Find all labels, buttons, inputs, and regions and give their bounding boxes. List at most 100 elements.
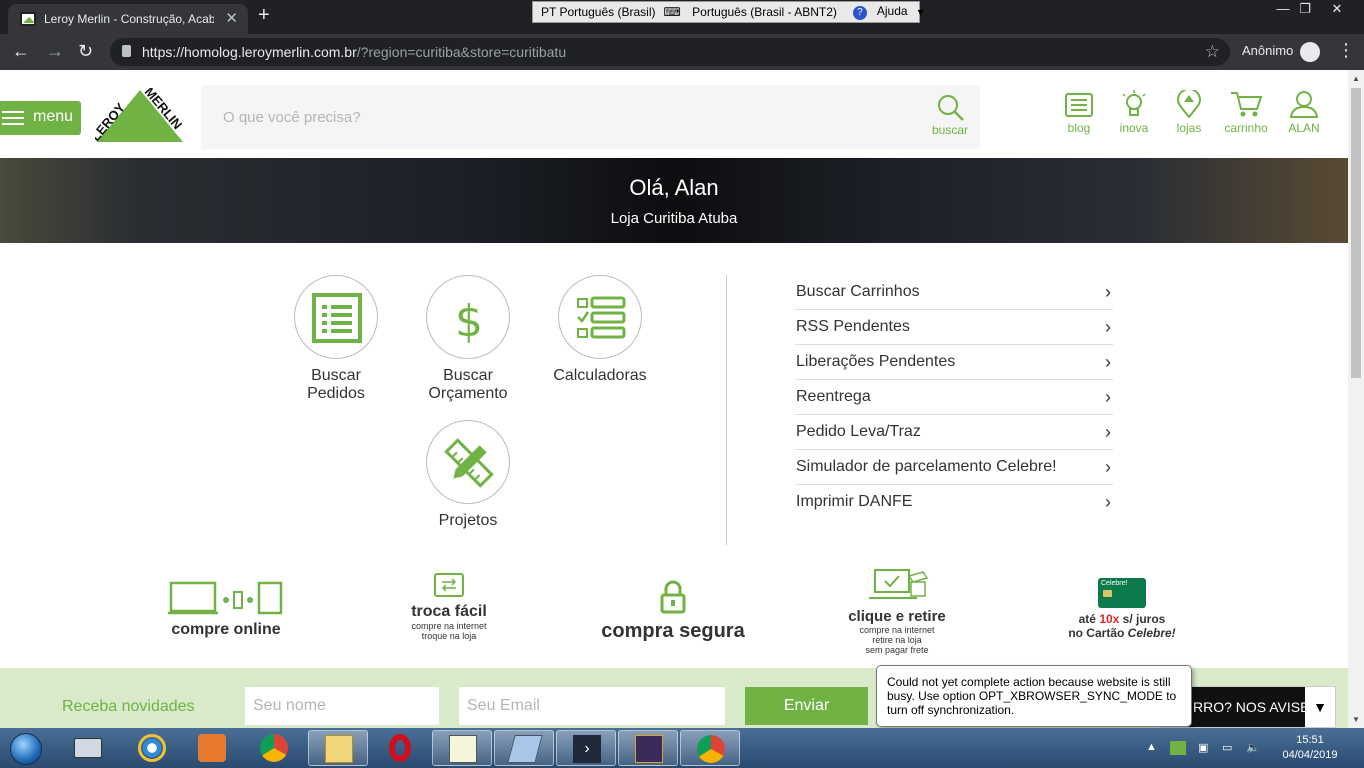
taskbar-app-file-explorer[interactable] <box>308 730 368 766</box>
credit-card-icon: Celebre! <box>1098 578 1146 608</box>
terminal-icon: › <box>573 735 601 763</box>
help-button[interactable]: ? Ajuda <box>845 4 908 20</box>
tile-circle <box>558 275 642 359</box>
taskbar-app-notepad[interactable] <box>432 730 492 766</box>
lojas-link[interactable]: lojas <box>1161 90 1217 135</box>
sync-warning-tooltip: Could not yet complete action because we… <box>876 665 1192 727</box>
checklist-icon <box>577 296 626 339</box>
language-label[interactable]: PT Português (Brasil) <box>541 5 656 19</box>
back-arrow-icon[interactable]: ← <box>12 41 30 62</box>
tile-circle: $ <box>426 275 510 359</box>
welcome-banner: Olá, Alan Loja Curitiba Atuba <box>0 158 1348 243</box>
restore-button[interactable]: ❐ <box>1290 0 1320 20</box>
lock-icon <box>122 45 131 57</box>
search-button[interactable]: buscar <box>928 93 972 143</box>
help-icon: ? <box>852 6 867 20</box>
tray-app-icon[interactable] <box>1170 741 1186 755</box>
volume-icon[interactable]: 🔈 <box>1246 741 1262 755</box>
installments-text: até 10x s/ juros <box>1078 612 1166 626</box>
buscar-pedidos-tile[interactable]: Buscar Pedidos <box>276 275 396 403</box>
feature-clique-retire: clique e retire compre na internet retir… <box>842 566 952 655</box>
link-pedido-leva-traz[interactable]: Pedido Leva/Traz › <box>795 415 1113 450</box>
reload-icon[interactable]: ↻ <box>78 41 93 62</box>
incognito-icon[interactable] <box>1300 42 1320 62</box>
name-field[interactable] <box>245 687 439 725</box>
taskbar-app-opera[interactable] <box>370 730 430 766</box>
forward-arrow-icon[interactable]: → <box>46 41 64 62</box>
link-imprimir-danfe[interactable]: Imprimir DANFE › <box>795 485 1113 520</box>
keyboard-layout-label[interactable]: ⌨ Português (Brasil - ABNT2) <box>664 5 837 19</box>
dollar-icon: $ <box>455 296 483 344</box>
link-liberacoes-pendentes[interactable]: Liberações Pendentes › <box>795 345 1113 380</box>
folder-icon <box>325 735 353 763</box>
taskbar-app-keyboard[interactable] <box>58 730 118 766</box>
bookmark-star-icon[interactable]: ☆ <box>1205 38 1220 66</box>
menu-button[interactable]: menu <box>0 101 81 135</box>
email-field[interactable] <box>459 687 725 725</box>
system-clock[interactable]: 15:51 04/04/2019 <box>1280 733 1340 763</box>
notepad-icon <box>449 735 477 763</box>
scrollbar-thumb[interactable] <box>1351 88 1361 378</box>
link-buscar-carrinhos[interactable]: Buscar Carrinhos › <box>795 275 1113 310</box>
taskbar-app-media-player[interactable] <box>182 730 242 766</box>
link-simulador-parcelamento[interactable]: Simulador de parcelamento Celebre! › <box>795 450 1113 485</box>
feature-compre-online: compre online <box>165 580 287 639</box>
devices-icon <box>168 581 283 615</box>
url-text: https://homolog.leroymerlin.com.br/?regi… <box>142 44 567 60</box>
blog-link[interactable]: blog <box>1051 90 1107 135</box>
leroy-merlin-favicon-icon <box>20 12 36 26</box>
cart-link[interactable]: carrinho <box>1218 90 1274 135</box>
tray-expand-icon[interactable]: ▲ <box>1146 741 1162 755</box>
search-box: buscar <box>201 85 980 149</box>
tab-close-icon[interactable]: ✕ <box>225 9 238 27</box>
browser-toolbar: ← → ↻ https://homolog.leroymerlin.com.br… <box>0 34 1364 70</box>
greeting: Olá, Alan <box>629 175 719 200</box>
inova-link[interactable]: inova <box>1106 90 1162 135</box>
feature-cartao-celebre: Celebre! até 10x s/ juros no Cartão Cele… <box>1064 578 1180 640</box>
projetos-tile[interactable]: Projetos <box>408 420 528 530</box>
incognito-label: Anônimo <box>1242 43 1294 58</box>
scroll-down-icon[interactable]: ▼ <box>1352 715 1360 724</box>
more-options-icon[interactable]: ⋮ <box>1337 40 1355 61</box>
user-account-link[interactable]: ALAN <box>1276 90 1332 135</box>
monitor-icon[interactable]: ▭ <box>1222 741 1238 755</box>
network-icon[interactable]: ▣ <box>1198 741 1214 755</box>
taskbar-app-powershell[interactable]: › <box>556 730 616 766</box>
taskbar-app-chrome[interactable] <box>244 730 304 766</box>
search-input[interactable] <box>223 105 903 129</box>
media-player-icon <box>198 734 226 762</box>
chevron-down-icon[interactable]: ▼ <box>1305 687 1335 727</box>
scroll-up-icon[interactable]: ▲ <box>1352 74 1360 83</box>
chevron-right-icon: › <box>1105 492 1111 512</box>
chevron-right-icon: › <box>1105 422 1111 442</box>
list-icon <box>312 293 362 343</box>
chevron-right-icon: › <box>1105 457 1111 477</box>
store-name: Loja Curitiba Atuba <box>610 210 738 227</box>
site-header: menu LEROY MERLIN buscar blog <box>0 70 1348 158</box>
chrome-icon <box>697 735 725 763</box>
link-reentrega[interactable]: Reentrega › <box>795 380 1113 415</box>
page-scrollbar[interactable]: ▲ ▼ <box>1348 70 1364 728</box>
card-text: no Cartão Celebre! <box>1068 626 1176 640</box>
chrome-icon <box>260 734 288 762</box>
browser-tab[interactable]: Leroy Merlin - Construção, Acaba ✕ <box>8 4 248 34</box>
tile-circle <box>426 420 510 504</box>
pencil-ruler-icon <box>444 438 494 488</box>
address-bar[interactable]: https://homolog.leroymerlin.com.br/?regi… <box>110 38 1230 66</box>
buscar-orcamento-tile[interactable]: $ Buscar Orçamento <box>408 275 528 403</box>
send-button[interactable]: Enviar <box>745 687 868 725</box>
language-bar-options-icon[interactable]: ▾ <box>918 5 924 19</box>
taskbar-app-chrome-active[interactable] <box>680 730 740 766</box>
new-tab-button[interactable]: + <box>258 4 270 27</box>
start-button[interactable] <box>4 730 48 766</box>
link-rss-pendentes[interactable]: RSS Pendentes › <box>795 310 1113 345</box>
leroy-merlin-logo[interactable]: LEROY MERLIN <box>95 88 185 144</box>
taskbar-app-java-ide[interactable] <box>618 730 678 766</box>
bulb-icon <box>1122 90 1146 116</box>
taskbar-app-editor[interactable] <box>494 730 554 766</box>
calculadoras-tile[interactable]: Calculadoras <box>540 275 660 385</box>
close-window-button[interactable]: ✕ <box>1322 0 1352 20</box>
windows-logo-icon <box>10 733 42 765</box>
chevron-right-icon: › <box>1105 282 1111 302</box>
taskbar-app-internet-explorer[interactable] <box>122 730 182 766</box>
